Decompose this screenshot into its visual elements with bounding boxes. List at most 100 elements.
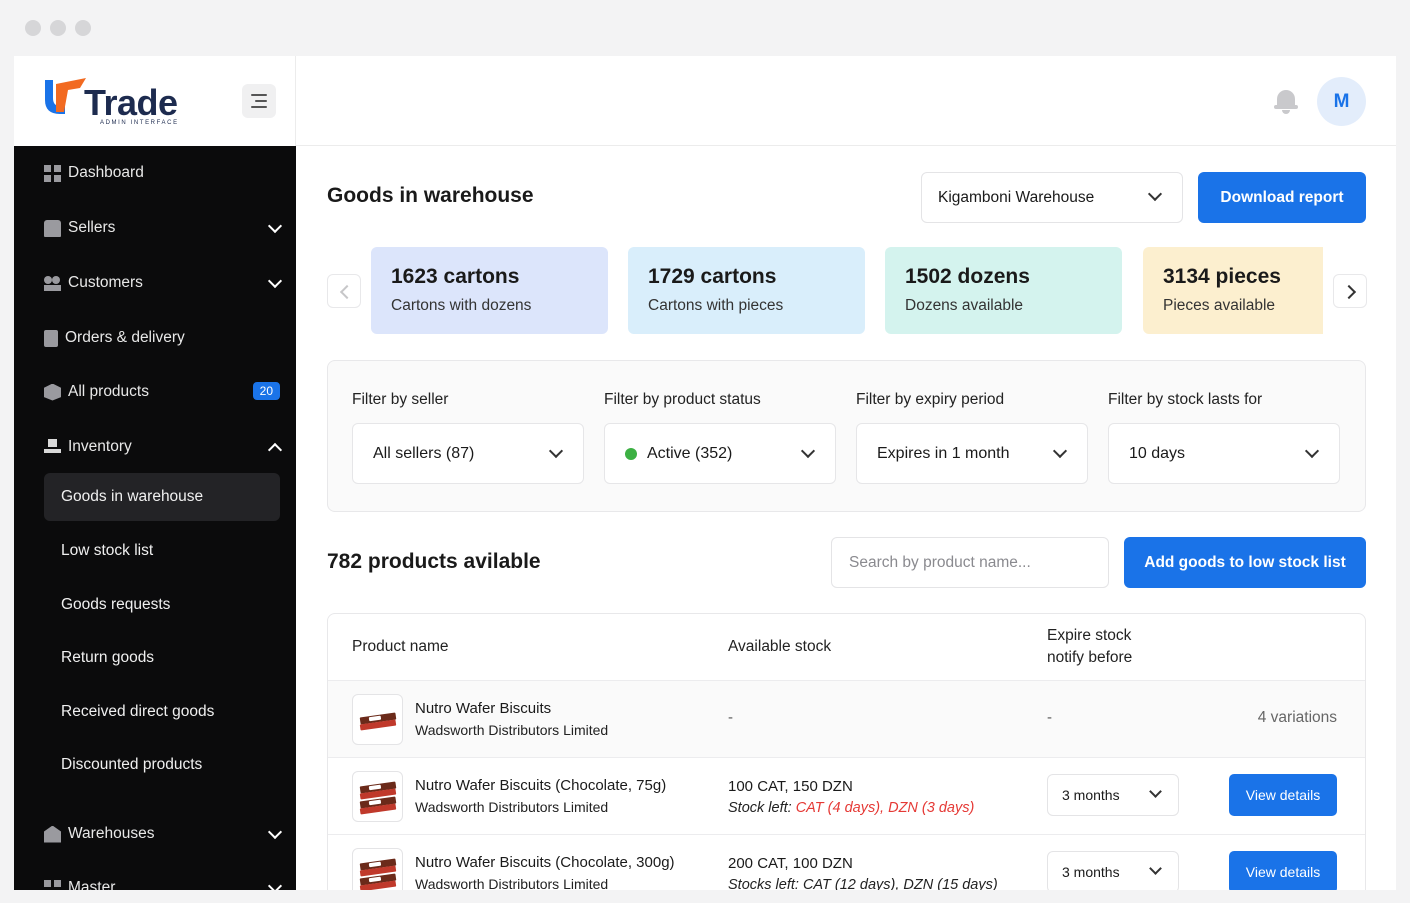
view-details-button[interactable]: View details [1229,774,1337,816]
sidebar-subitem-goods-in-warehouse[interactable]: Goods in warehouse [44,473,280,521]
sidebar-subitem-return-goods[interactable]: Return goods [44,634,280,682]
page-title: Goods in warehouse [327,184,534,207]
sidebar-item-orders[interactable]: Orders & delivery [14,318,296,358]
sidebar-item-label: Master [68,879,116,890]
product-thumbnail [352,848,403,890]
sidebar-subitem-discounted-products[interactable]: Discounted products [44,741,280,789]
window-controls [25,20,91,36]
logo[interactable]: Trade ADMIN INTERFACE [42,74,182,128]
chevron-down-icon [267,878,283,890]
notify-before-select[interactable]: 3 months [1047,774,1179,816]
chevron-down-icon [267,824,283,840]
warehouse-select-value: Kigamboni Warehouse [938,188,1095,206]
brand-name: Trade [84,82,178,123]
filter-label: Filter by stock lasts for [1108,391,1263,408]
chevron-down-icon [1147,186,1163,202]
stat-card-pieces: 3134 pieces Pieces available [1143,247,1323,334]
sidebar-item-inventory[interactable]: Inventory [14,427,296,467]
stat-card-cartons-pieces: 1729 cartons Cartons with pieces [628,247,865,334]
chevron-right-icon[interactable] [1333,274,1367,308]
stock-left-value: CAT (12 days), DZN (15 days) [802,877,998,890]
header-line: notify before [1047,649,1133,666]
table-row[interactable]: Nutro Wafer Biscuits Wadsworth Distribut… [328,680,1365,757]
chevron-down-icon [1149,862,1162,875]
count-badge: 20 [252,382,280,400]
sidebar-subitem-goods-requests[interactable]: Goods requests [44,581,280,629]
stat-value: 1502 dozens [905,265,1030,288]
expire-empty: - [1047,709,1052,726]
sidebar-item-sellers[interactable]: Sellers [14,208,296,248]
view-details-button[interactable]: View details [1229,851,1337,890]
filter-label: Filter by seller [352,391,449,408]
sidebar-item-master[interactable]: Master [14,868,296,890]
chevron-down-icon [267,218,283,234]
select-value: Expires in 1 month [877,444,1010,462]
select-value: All sellers (87) [373,444,475,462]
variations-count[interactable]: 4 variations [1258,709,1337,727]
warehouse-select[interactable]: Kigamboni Warehouse [921,172,1183,223]
stock-left: Stocks left: CAT (12 days), DZN (15 days… [728,877,998,890]
sidebar-item-all-products[interactable]: All products 20 [14,372,296,412]
stat-value: 1623 cartons [391,265,520,288]
filter-expiry: Filter by expiry period Expires in 1 mon… [856,391,1088,484]
master-icon [44,879,61,890]
add-to-low-stock-button[interactable]: Add goods to low stock list [1124,537,1366,588]
product-thumbnail [352,771,403,822]
product-seller: Wadsworth Distributors Limited [415,799,609,815]
sidebar-item-warehouses[interactable]: Warehouses [14,814,296,854]
brand-subtitle: ADMIN INTERFACE [100,120,179,126]
sidebar-subitem-low-stock-list[interactable]: Low stock list [44,527,280,575]
product-name: Nutro Wafer Biscuits (Chocolate, 300g) [415,854,675,871]
product-thumbnail [352,694,403,745]
dashboard-icon [44,164,61,182]
stat-value: 3134 pieces [1163,265,1281,288]
status-select[interactable]: Active (352) [604,423,836,484]
document-icon [44,329,58,347]
hamburger-icon-line [251,106,267,108]
chevron-down-icon [800,443,816,459]
header-line: Expire stock [1047,627,1132,644]
stat-card-cartons-dozens: 1623 cartons Cartons with dozens [371,247,608,334]
select-value: 3 months [1062,864,1120,880]
chevron-down-icon [548,443,564,459]
sidebar-item-label: Customers [68,274,143,291]
sidebar-subitem-received-direct-goods[interactable]: Received direct goods [44,688,280,736]
sidebar-item-label: All products [68,383,149,400]
chevron-left-icon[interactable] [327,274,361,308]
filter-label: Filter by expiry period [856,391,1005,408]
select-value: 10 days [1129,444,1186,462]
sidebar-item-dashboard[interactable]: Dashboard [14,153,296,193]
product-seller: Wadsworth Distributors Limited [415,722,609,738]
bell-icon[interactable] [1274,88,1298,114]
avatar[interactable]: M [1317,77,1366,126]
column-header-expire-notify: Expire stock notify before [1047,614,1132,680]
people-icon [44,274,61,292]
brand-area: Trade ADMIN INTERFACE [14,56,296,146]
menu-toggle-button[interactable] [242,84,276,118]
stock-left: Stock left: CAT (4 days), DZN (3 days) [728,800,974,816]
search-input[interactable] [831,537,1109,588]
sidebar: Trade ADMIN INTERFACE Dashboard Sellers [14,56,296,890]
sidebar-item-label: Orders & delivery [65,329,185,346]
warehouse-icon [44,825,61,843]
expiry-select[interactable]: Expires in 1 month [856,423,1088,484]
active-status-dot [625,447,637,460]
stat-label: Cartons with dozens [391,297,532,314]
stock-lasts-select[interactable]: 10 days [1108,423,1340,484]
chevron-down-icon [1304,443,1320,459]
sidebar-item-label: Sellers [68,219,116,236]
box-icon [44,383,61,401]
download-report-button[interactable]: Download report [1198,172,1366,223]
sidebar-nav: Dashboard Sellers Customers Orders & del… [14,146,296,890]
table-row: Nutro Wafer Biscuits (Chocolate, 300g) W… [328,834,1365,890]
stock-left-label: Stocks left: [728,877,803,890]
sidebar-item-label: Warehouses [68,825,155,842]
stock-left-label: Stock left: [728,800,796,816]
notify-before-select[interactable]: 3 months [1047,851,1179,890]
stock-empty: - [728,709,733,726]
seller-select[interactable]: All sellers (87) [352,423,584,484]
stat-value: 1729 cartons [648,265,777,288]
chevron-down-icon [267,273,283,289]
hamburger-icon [251,94,267,96]
sidebar-item-customers[interactable]: Customers [14,263,296,303]
